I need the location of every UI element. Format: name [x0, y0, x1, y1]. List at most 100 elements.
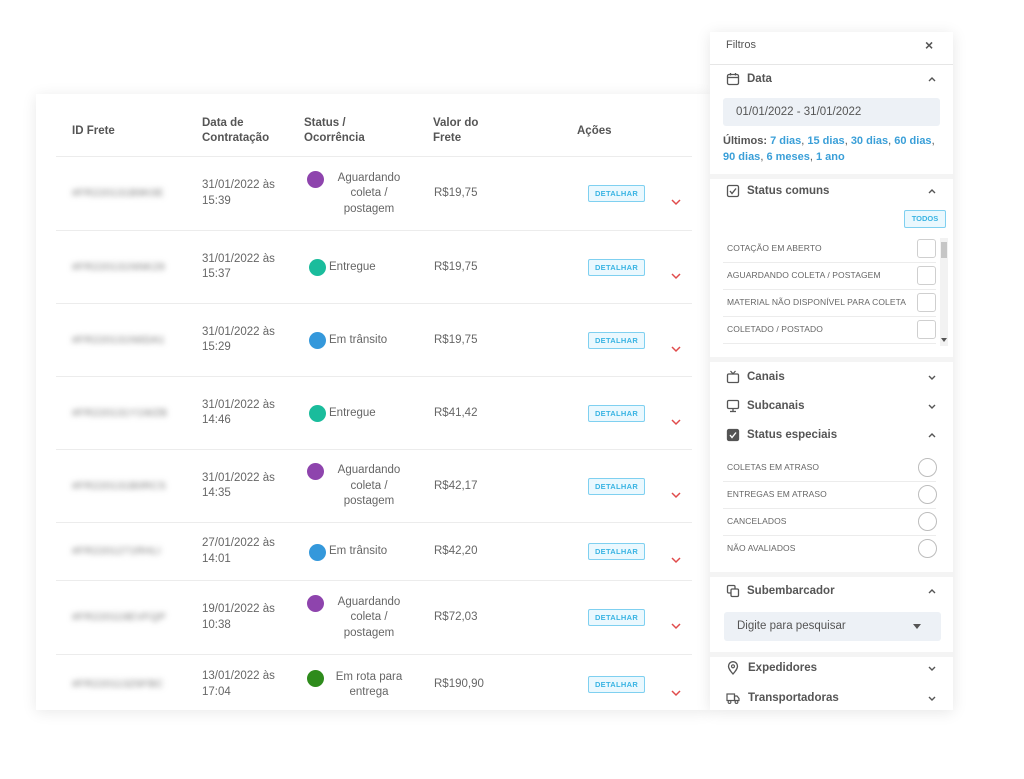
- chevron-up-icon[interactable]: [927, 188, 937, 195]
- detail-button[interactable]: DETALHAR: [588, 258, 645, 276]
- option-checkbox[interactable]: [917, 293, 936, 312]
- date-range-input[interactable]: 01/01/2022 - 31/01/2022: [723, 98, 940, 126]
- contract-date-day: 31/01/2022 às: [202, 252, 275, 265]
- option-label: CANCELADOS: [727, 516, 787, 526]
- expand-chevron-icon[interactable]: [670, 198, 682, 206]
- chevron-up-icon[interactable]: [927, 76, 937, 83]
- link-30-dias[interactable]: 30 dias: [851, 135, 888, 147]
- table-row[interactable]: #FR220131Y1WZB 31/01/2022 às 14:46 Entregue…: [56, 376, 692, 450]
- chevron-down-icon[interactable]: [927, 403, 937, 410]
- contract-date-time: 14:01: [202, 552, 231, 565]
- section-expedidores-heading[interactable]: Expedidores: [748, 662, 817, 674]
- expand-chevron-icon[interactable]: [670, 622, 682, 630]
- table-row[interactable]: #FR220119EVFQP 19/01/2022 às 10:38 Aguardan…: [56, 580, 692, 655]
- section-status-comuns-heading[interactable]: Status comuns: [747, 185, 829, 197]
- close-icon[interactable]: ×: [925, 37, 933, 53]
- table-row[interactable]: #FR220131B9K0E 31/01/2022 às 15:39 Aguardan…: [56, 156, 692, 231]
- link-7-dias[interactable]: 7 dias: [770, 135, 801, 147]
- status-text-line: Aguardando: [337, 464, 401, 477]
- chevron-down-icon[interactable]: [927, 695, 937, 702]
- detail-button[interactable]: DETALHAR: [588, 404, 645, 422]
- option-radio[interactable]: [918, 512, 937, 531]
- section-subembarcador-heading[interactable]: Subembarcador: [747, 585, 835, 597]
- status-text-line: postagem: [343, 626, 395, 639]
- status-text-line: postagem: [343, 202, 395, 215]
- option-checkbox[interactable]: [917, 266, 936, 285]
- option-label: AGUARDANDO COLETA / POSTAGEM: [727, 270, 881, 280]
- scrollbar-thumb[interactable]: [941, 242, 947, 258]
- section-date-heading[interactable]: Data: [747, 73, 772, 85]
- scroll-down-icon[interactable]: [941, 338, 947, 343]
- expand-chevron-icon[interactable]: [670, 689, 682, 697]
- todos-button[interactable]: TODOS: [904, 210, 946, 228]
- contract-date-time: 17:04: [202, 685, 231, 698]
- link-15-dias[interactable]: 15 dias: [807, 135, 844, 147]
- status-text-line: Em trânsito: [329, 333, 388, 346]
- table-row[interactable]: #FR2201271RHLI 27/01/2022 às 14:01 Em trâns…: [56, 522, 692, 581]
- quick-date-links: Últimos: 7 dias, 15 dias, 30 dias, 60 di…: [723, 135, 935, 163]
- detail-button[interactable]: DETALHAR: [588, 543, 645, 560]
- status-especial-option[interactable]: COLETAS EM ATRASO: [723, 454, 937, 482]
- contract-date: 31/01/2022 às 14:46: [202, 398, 275, 429]
- chevron-up-icon[interactable]: [927, 432, 937, 439]
- status-text-line: Entregue: [329, 260, 376, 273]
- section-subcanais-heading[interactable]: Subcanais: [747, 400, 805, 412]
- option-radio[interactable]: [918, 539, 937, 558]
- option-checkbox[interactable]: [917, 320, 936, 339]
- header-status-line2: Ocorrência: [304, 132, 365, 144]
- section-status-especiais-heading[interactable]: Status especiais: [747, 429, 837, 441]
- section-canais-heading[interactable]: Canais: [747, 371, 785, 383]
- expand-chevron-icon[interactable]: [670, 345, 682, 353]
- status-comum-option[interactable]: MATERIAL NÃO DISPONÍVEL PARA COLETA: [723, 289, 936, 317]
- chevron-up-icon[interactable]: [927, 588, 937, 595]
- contract-date-time: 14:35: [202, 487, 231, 499]
- option-label: ENTREGAS EM ATRASO: [727, 489, 827, 499]
- contract-date-time: 10:38: [202, 618, 231, 631]
- detail-button[interactable]: DETALHAR: [588, 477, 645, 495]
- contract-date: 19/01/2022 às 10:38: [202, 602, 275, 633]
- status-especial-option[interactable]: NÃO AVALIADOS: [723, 535, 937, 562]
- header-status-line1: Status /: [304, 117, 346, 129]
- expand-chevron-icon[interactable]: [670, 491, 682, 499]
- header-id: ID Frete: [72, 125, 115, 137]
- contract-date: 31/01/2022 às 14:35: [202, 471, 275, 502]
- status-especial-option[interactable]: CANCELADOS: [723, 508, 937, 536]
- expand-chevron-icon[interactable]: [670, 272, 682, 280]
- detail-button[interactable]: DETALHAR: [588, 185, 645, 202]
- freight-id: #FR220119EVFQP: [72, 611, 166, 623]
- freight-id: #FR220131B9K0E: [72, 187, 164, 199]
- expand-chevron-icon[interactable]: [670, 556, 682, 564]
- table-row[interactable]: #FR220131B0RCS 31/01/2022 às 14:35 Aguardan…: [56, 449, 692, 523]
- freight-value: R$19,75: [434, 187, 478, 199]
- status-comum-option[interactable]: COTAÇÃO EM ABERTO: [723, 235, 936, 263]
- freight-value: R$190,90: [434, 678, 484, 690]
- checkbox-checked-icon: [726, 184, 740, 198]
- detail-button[interactable]: DETALHAR: [588, 609, 645, 626]
- tv-icon: [726, 370, 740, 384]
- option-radio[interactable]: [918, 485, 937, 504]
- status-comum-option[interactable]: AGUARDANDO COLETA / POSTAGEM: [723, 262, 936, 290]
- status-text: Entregue: [329, 260, 376, 276]
- caret-down-icon[interactable]: [913, 624, 921, 629]
- section-transportadoras-heading[interactable]: Transportadoras: [748, 692, 839, 704]
- table-row[interactable]: #FR220131N6DA1 31/01/2022 às 15:29 Em trâns…: [56, 303, 692, 377]
- chevron-down-icon[interactable]: [927, 374, 937, 381]
- subembarcador-search-select[interactable]: Digite para pesquisar: [724, 612, 941, 641]
- chevron-down-icon[interactable]: [927, 665, 937, 672]
- option-checkbox[interactable]: [917, 239, 936, 258]
- link-6-meses[interactable]: 6 meses: [766, 151, 809, 163]
- detail-button[interactable]: DETALHAR: [588, 676, 645, 693]
- link-60-dias[interactable]: 60 dias: [894, 135, 931, 147]
- option-radio[interactable]: [918, 458, 937, 477]
- freight-value: R$72,03: [434, 611, 478, 623]
- link-90-dias[interactable]: 90 dias: [723, 151, 760, 163]
- table-row[interactable]: #FR220113Z6FBC 13/01/2022 às 17:04 Em rota …: [56, 654, 692, 710]
- table-row[interactable]: #FR220131NNK29 31/01/2022 às 15:37 Entregue…: [56, 230, 692, 304]
- status-comum-option[interactable]: COLETADO / POSTADO: [723, 316, 936, 344]
- expand-chevron-icon[interactable]: [670, 418, 682, 426]
- detail-button[interactable]: DETALHAR: [588, 331, 645, 349]
- status-text: Aguardando coleta / postagem: [331, 595, 407, 642]
- link-1-ano[interactable]: 1 ano: [816, 151, 845, 163]
- status-dot: [309, 543, 326, 561]
- status-especial-option[interactable]: ENTREGAS EM ATRASO: [723, 481, 937, 509]
